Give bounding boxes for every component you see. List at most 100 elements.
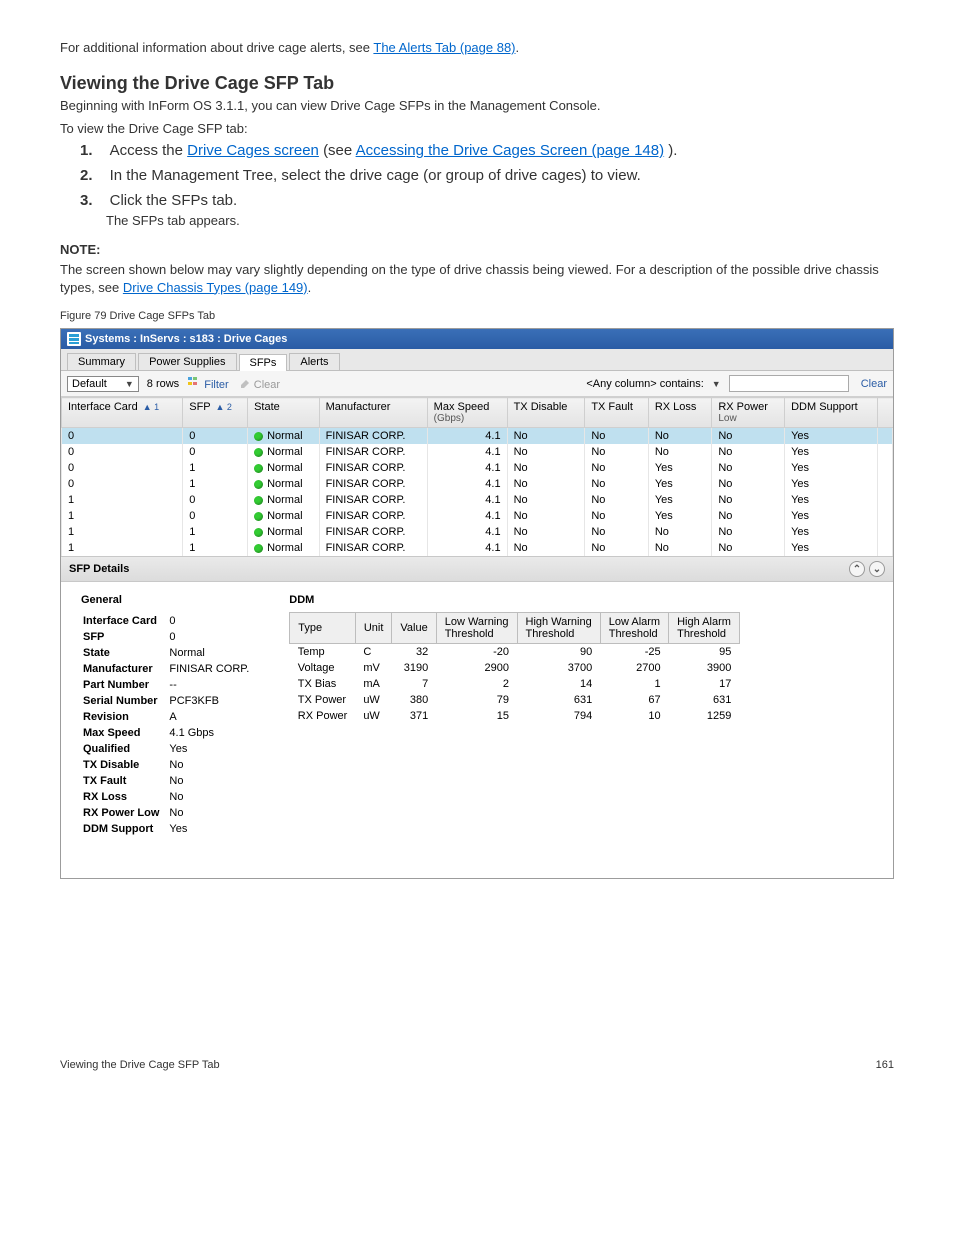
col-manufacturer[interactable]: Manufacturer: [319, 398, 427, 428]
intro-text: For additional information about drive c…: [60, 40, 373, 55]
tab-sfps[interactable]: SFPs: [239, 354, 288, 371]
col-rx-power-low[interactable]: RX Power Low: [712, 398, 785, 428]
clear-search-link[interactable]: Clear: [861, 378, 887, 390]
status-dot-icon: [254, 544, 263, 553]
general-value: 4.1 Gbps: [169, 726, 257, 740]
ddm-type: TX Bias: [290, 676, 356, 692]
col-sublabel: (Gbps): [434, 413, 501, 424]
col-tx-disable[interactable]: TX Disable: [507, 398, 585, 428]
col-sfp[interactable]: SFP ▲ 2: [183, 398, 248, 428]
footer-page-number: 161: [876, 1059, 894, 1071]
col-tx-fault[interactable]: TX Fault: [585, 398, 649, 428]
cell-sfp: 0: [183, 444, 248, 460]
cell-max-speed: 4.1: [427, 444, 507, 460]
table-row[interactable]: 01NormalFINISAR CORP.4.1NoNoYesNoYes: [62, 476, 893, 492]
cell-rx-loss: Yes: [648, 460, 712, 476]
cell-state: Normal: [248, 524, 320, 540]
general-value: No: [169, 790, 257, 804]
ddm-low-alarm: 10: [600, 708, 668, 724]
col-sublabel: Low: [718, 413, 778, 424]
footer-section-title: Viewing the Drive Cage SFP Tab: [60, 1059, 220, 1071]
ddm-unit: mV: [355, 660, 392, 676]
general-value: 0: [169, 630, 257, 644]
cell-rx-power-low: No: [712, 492, 785, 508]
cell-manufacturer: FINISAR CORP.: [319, 492, 427, 508]
cell-manufacturer: FINISAR CORP.: [319, 524, 427, 540]
ddm-unit: uW: [355, 708, 392, 724]
general-key: Part Number: [83, 678, 167, 692]
general-value: Yes: [169, 822, 257, 836]
tab-power-supplies[interactable]: Power Supplies: [138, 353, 236, 370]
general-key: RX Loss: [83, 790, 167, 804]
clear-button[interactable]: Clear: [237, 376, 280, 391]
ddm-col[interactable]: Low AlarmThreshold: [600, 613, 668, 644]
table-row[interactable]: 00NormalFINISAR CORP.4.1NoNoNoNoYes: [62, 444, 893, 460]
ddm-row: TempC32-2090-2595: [290, 644, 740, 661]
ddm-type: RX Power: [290, 708, 356, 724]
col-state[interactable]: State: [248, 398, 320, 428]
cell-ddm-support: Yes: [785, 428, 878, 445]
drive-chassis-types-link[interactable]: Drive Chassis Types (page 149): [123, 280, 308, 295]
ddm-col[interactable]: Type: [290, 613, 356, 644]
general-key: Serial Number: [83, 694, 167, 708]
col-label: State: [254, 401, 280, 413]
step-1: 1. Access the Drive Cages screen (see Ac…: [80, 142, 894, 159]
rows-count: 8 rows: [147, 378, 179, 390]
cell-max-speed: 4.1: [427, 540, 507, 556]
note-body-b: .: [308, 280, 312, 295]
collapse-down-icon[interactable]: ⌄: [869, 561, 885, 577]
ddm-type: TX Power: [290, 692, 356, 708]
cell-state: Normal: [248, 428, 320, 445]
view-select[interactable]: Default ▼: [67, 376, 139, 392]
ddm-col[interactable]: High AlarmThreshold: [669, 613, 740, 644]
cell-rx-power-low: No: [712, 444, 785, 460]
table-row[interactable]: 00NormalFINISAR CORP.4.1NoNoNoNoYes: [62, 428, 893, 445]
accessing-drive-cages-link[interactable]: Accessing the Drive Cages Screen (page 1…: [356, 142, 665, 159]
general-panel: General Interface Card0SFP0StateNormalMa…: [81, 594, 259, 838]
general-value: No: [169, 774, 257, 788]
cell-max-speed: 4.1: [427, 524, 507, 540]
general-row: ManufacturerFINISAR CORP.: [83, 662, 257, 676]
filter-button[interactable]: Filter: [187, 376, 229, 391]
table-row[interactable]: 10NormalFINISAR CORP.4.1NoNoYesNoYes: [62, 508, 893, 524]
table-row[interactable]: 01NormalFINISAR CORP.4.1NoNoYesNoYes: [62, 460, 893, 476]
collapse-up-icon[interactable]: ⌃: [849, 561, 865, 577]
general-key: Max Speed: [83, 726, 167, 740]
alerts-tab-link[interactable]: The Alerts Tab (page 88): [373, 40, 515, 55]
table-row[interactable]: 10NormalFINISAR CORP.4.1NoNoYesNoYes: [62, 492, 893, 508]
tab-alerts[interactable]: Alerts: [289, 353, 339, 370]
cell-ddm-support: Yes: [785, 460, 878, 476]
col-label: TX Fault: [591, 401, 633, 413]
ddm-high-alarm: 3900: [669, 660, 740, 676]
general-key: Interface Card: [83, 614, 167, 628]
ddm-high-warn: 90: [517, 644, 600, 661]
col-ddm-support[interactable]: DDM Support: [785, 398, 878, 428]
ddm-row: TX PoweruW3807963167631: [290, 692, 740, 708]
drive-cages-screen-link[interactable]: Drive Cages screen: [187, 142, 319, 159]
tab-summary[interactable]: Summary: [67, 353, 136, 370]
col-label: Max Speed: [434, 401, 490, 413]
col-rx-loss[interactable]: RX Loss: [648, 398, 712, 428]
step-1-text-c: ).: [668, 142, 677, 159]
general-key: TX Disable: [83, 758, 167, 772]
cell-tx-fault: No: [585, 444, 649, 460]
step-number: 1.: [80, 142, 106, 159]
ddm-col[interactable]: Value: [392, 613, 436, 644]
col-interface-card[interactable]: Interface Card ▲ 1: [62, 398, 183, 428]
ddm-col[interactable]: High WarningThreshold: [517, 613, 600, 644]
table-row[interactable]: 11NormalFINISAR CORP.4.1NoNoNoNoYes: [62, 524, 893, 540]
cell-state: Normal: [248, 460, 320, 476]
intro-paragraph: For additional information about drive c…: [60, 40, 894, 55]
status-dot-icon: [254, 480, 263, 489]
table-row[interactable]: 11NormalFINISAR CORP.4.1NoNoNoNoYes: [62, 540, 893, 556]
filter-icon: [187, 376, 201, 388]
ddm-row: RX PoweruW37115794101259: [290, 708, 740, 724]
general-value: Yes: [169, 742, 257, 756]
general-row: SFP0: [83, 630, 257, 644]
search-input[interactable]: [729, 375, 849, 392]
ddm-col[interactable]: Unit: [355, 613, 392, 644]
chevron-down-icon[interactable]: ▼: [712, 379, 721, 389]
cell-rx-power-low: No: [712, 476, 785, 492]
col-max-speed[interactable]: Max Speed (Gbps): [427, 398, 507, 428]
ddm-col[interactable]: Low WarningThreshold: [436, 613, 517, 644]
